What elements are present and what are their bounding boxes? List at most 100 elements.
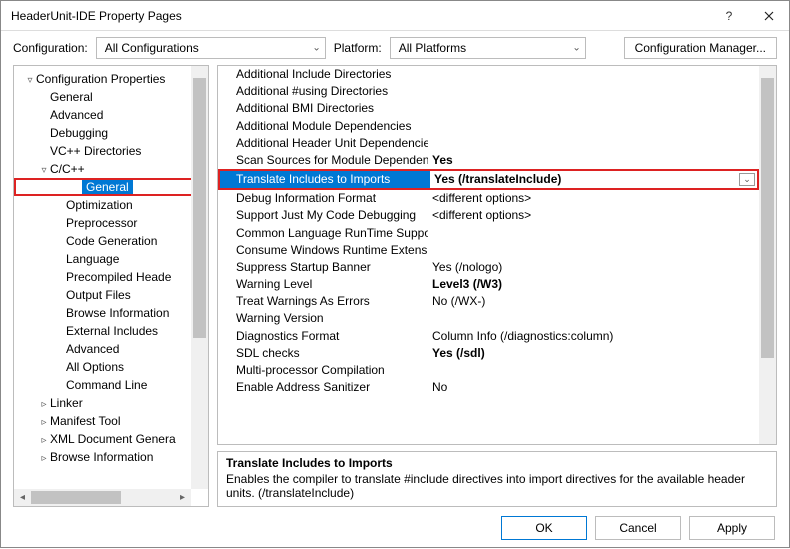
configuration-value: All Configurations [105, 41, 199, 55]
close-icon [764, 11, 774, 21]
tree-item[interactable]: External Includes [14, 322, 208, 340]
property-value[interactable]: No [428, 379, 759, 396]
property-row[interactable]: Warning LevelLevel3 (/W3) [218, 276, 759, 293]
property-value[interactable]: Yes [428, 152, 759, 169]
property-value[interactable] [428, 135, 759, 152]
property-value[interactable] [428, 83, 759, 100]
scrollbar-thumb[interactable] [193, 78, 206, 338]
property-value[interactable]: No (/WX-) [428, 293, 759, 310]
tree-item[interactable]: ▿Configuration Properties [14, 70, 208, 88]
tree-item[interactable]: Code Generation [14, 232, 208, 250]
property-name: Diagnostics Format [218, 328, 428, 345]
description-title: Translate Includes to Imports [226, 456, 768, 470]
expanded-icon: ▿ [24, 72, 36, 90]
property-grid[interactable]: Additional Include DirectoriesAdditional… [217, 65, 777, 445]
chevron-down-icon: ⌄ [312, 43, 320, 54]
apply-button[interactable]: Apply [689, 516, 775, 540]
property-row[interactable]: Warning Version [218, 310, 759, 327]
tree-item-label: Manifest Tool [50, 414, 120, 428]
property-value[interactable]: <different options> [428, 207, 759, 224]
property-value[interactable]: Yes (/translateInclude) [430, 171, 757, 188]
platform-value: All Platforms [399, 41, 466, 55]
property-value[interactable] [428, 242, 759, 259]
cancel-button[interactable]: Cancel [595, 516, 681, 540]
tree-item-label: Command Line [66, 378, 147, 392]
property-row[interactable]: SDL checksYes (/sdl) [218, 345, 759, 362]
property-value[interactable] [428, 310, 759, 327]
property-row[interactable]: Additional #using Directories [218, 83, 759, 100]
property-value[interactable]: Level3 (/W3) [428, 276, 759, 293]
tree-item[interactable]: ▿C/C++ [14, 160, 208, 178]
property-row[interactable]: Treat Warnings As ErrorsNo (/WX-) [218, 293, 759, 310]
property-row[interactable]: Enable Address SanitizerNo [218, 379, 759, 396]
tree-item[interactable]: All Options [14, 358, 208, 376]
dropdown-button[interactable]: ⌄ [739, 173, 755, 186]
property-row[interactable]: Consume Windows Runtime Extension [218, 242, 759, 259]
tree-item[interactable]: Language [14, 250, 208, 268]
tree-item-label: Browse Information [50, 450, 153, 464]
description-panel: Translate Includes to Imports Enables th… [217, 451, 777, 507]
tree-item[interactable]: Debugging [14, 124, 208, 142]
tree-item-label: Code Generation [66, 234, 157, 248]
tree-item[interactable]: Advanced [14, 106, 208, 124]
property-row[interactable]: Multi-processor Compilation [218, 362, 759, 379]
tree-item[interactable]: Advanced [14, 340, 208, 358]
scrollbar-horizontal[interactable]: ◂▸ [14, 489, 191, 506]
scrollbar-thumb[interactable] [761, 78, 774, 358]
property-name: Common Language RunTime Support [218, 225, 428, 242]
scrollbar-vertical[interactable] [759, 66, 776, 444]
property-value[interactable] [428, 362, 759, 379]
close-button[interactable] [749, 1, 789, 31]
tree-item[interactable]: ▹Linker [14, 394, 208, 412]
property-value[interactable] [428, 118, 759, 135]
property-row[interactable]: Support Just My Code Debugging<different… [218, 207, 759, 224]
property-value[interactable]: Yes (/sdl) [428, 345, 759, 362]
property-row[interactable]: Common Language RunTime Support [218, 225, 759, 242]
tree-item-label: VC++ Directories [50, 144, 141, 158]
tree-item[interactable]: Optimization [14, 196, 208, 214]
configuration-combo[interactable]: All Configurations ⌄ [96, 37, 326, 59]
property-value[interactable] [428, 66, 759, 83]
scrollbar-thumb[interactable] [31, 491, 121, 504]
property-value[interactable]: <different options> [428, 190, 759, 207]
tree-item[interactable]: Preprocessor [14, 214, 208, 232]
property-row[interactable]: Additional Header Unit Dependencies [218, 135, 759, 152]
ok-button[interactable]: OK [501, 516, 587, 540]
property-row[interactable]: Diagnostics FormatColumn Info (/diagnost… [218, 328, 759, 345]
property-row[interactable]: Debug Information Format<different optio… [218, 190, 759, 207]
tree-item[interactable]: Browse Information [14, 304, 208, 322]
tree-item[interactable]: Output Files [14, 286, 208, 304]
tree-item[interactable]: General [14, 88, 208, 106]
property-name: Additional Header Unit Dependencies [218, 135, 428, 152]
property-value[interactable] [428, 225, 759, 242]
property-value[interactable]: Column Info (/diagnostics:column) [428, 328, 759, 345]
property-row[interactable]: Additional BMI Directories [218, 100, 759, 117]
scrollbar-vertical[interactable] [191, 66, 208, 489]
property-row[interactable]: Translate Includes to ImportsYes (/trans… [218, 169, 759, 190]
tree-item-label: Advanced [66, 342, 119, 356]
configuration-label: Configuration: [13, 41, 88, 55]
help-button[interactable]: ? [709, 1, 749, 31]
property-value[interactable]: Yes (/nologo) [428, 259, 759, 276]
property-value[interactable] [428, 100, 759, 117]
property-row[interactable]: Additional Include Directories [218, 66, 759, 83]
platform-combo[interactable]: All Platforms ⌄ [390, 37, 586, 59]
property-row[interactable]: Suppress Startup BannerYes (/nologo) [218, 259, 759, 276]
property-row[interactable]: Additional Module Dependencies [218, 118, 759, 135]
tree-item[interactable]: General [14, 178, 208, 196]
tree-item-label: Optimization [66, 198, 133, 212]
property-name: Additional #using Directories [218, 83, 428, 100]
tree-item[interactable]: Command Line [14, 376, 208, 394]
tree-item[interactable]: VC++ Directories [14, 142, 208, 160]
property-name: Multi-processor Compilation [218, 362, 428, 379]
tree-item-label: Advanced [50, 108, 103, 122]
tree-item[interactable]: Precompiled Heade [14, 268, 208, 286]
nav-tree[interactable]: ▿Configuration PropertiesGeneralAdvanced… [13, 65, 209, 507]
property-row[interactable]: Scan Sources for Module DependenciesYes [218, 152, 759, 169]
tree-item-label: XML Document Genera [50, 432, 176, 446]
configuration-manager-button[interactable]: Configuration Manager... [624, 37, 777, 59]
tree-item[interactable]: ▹Manifest Tool [14, 412, 208, 430]
tree-item[interactable]: ▹XML Document Genera [14, 430, 208, 448]
tree-item[interactable]: ▹Browse Information [14, 448, 208, 466]
property-name: Additional Include Directories [218, 66, 428, 83]
